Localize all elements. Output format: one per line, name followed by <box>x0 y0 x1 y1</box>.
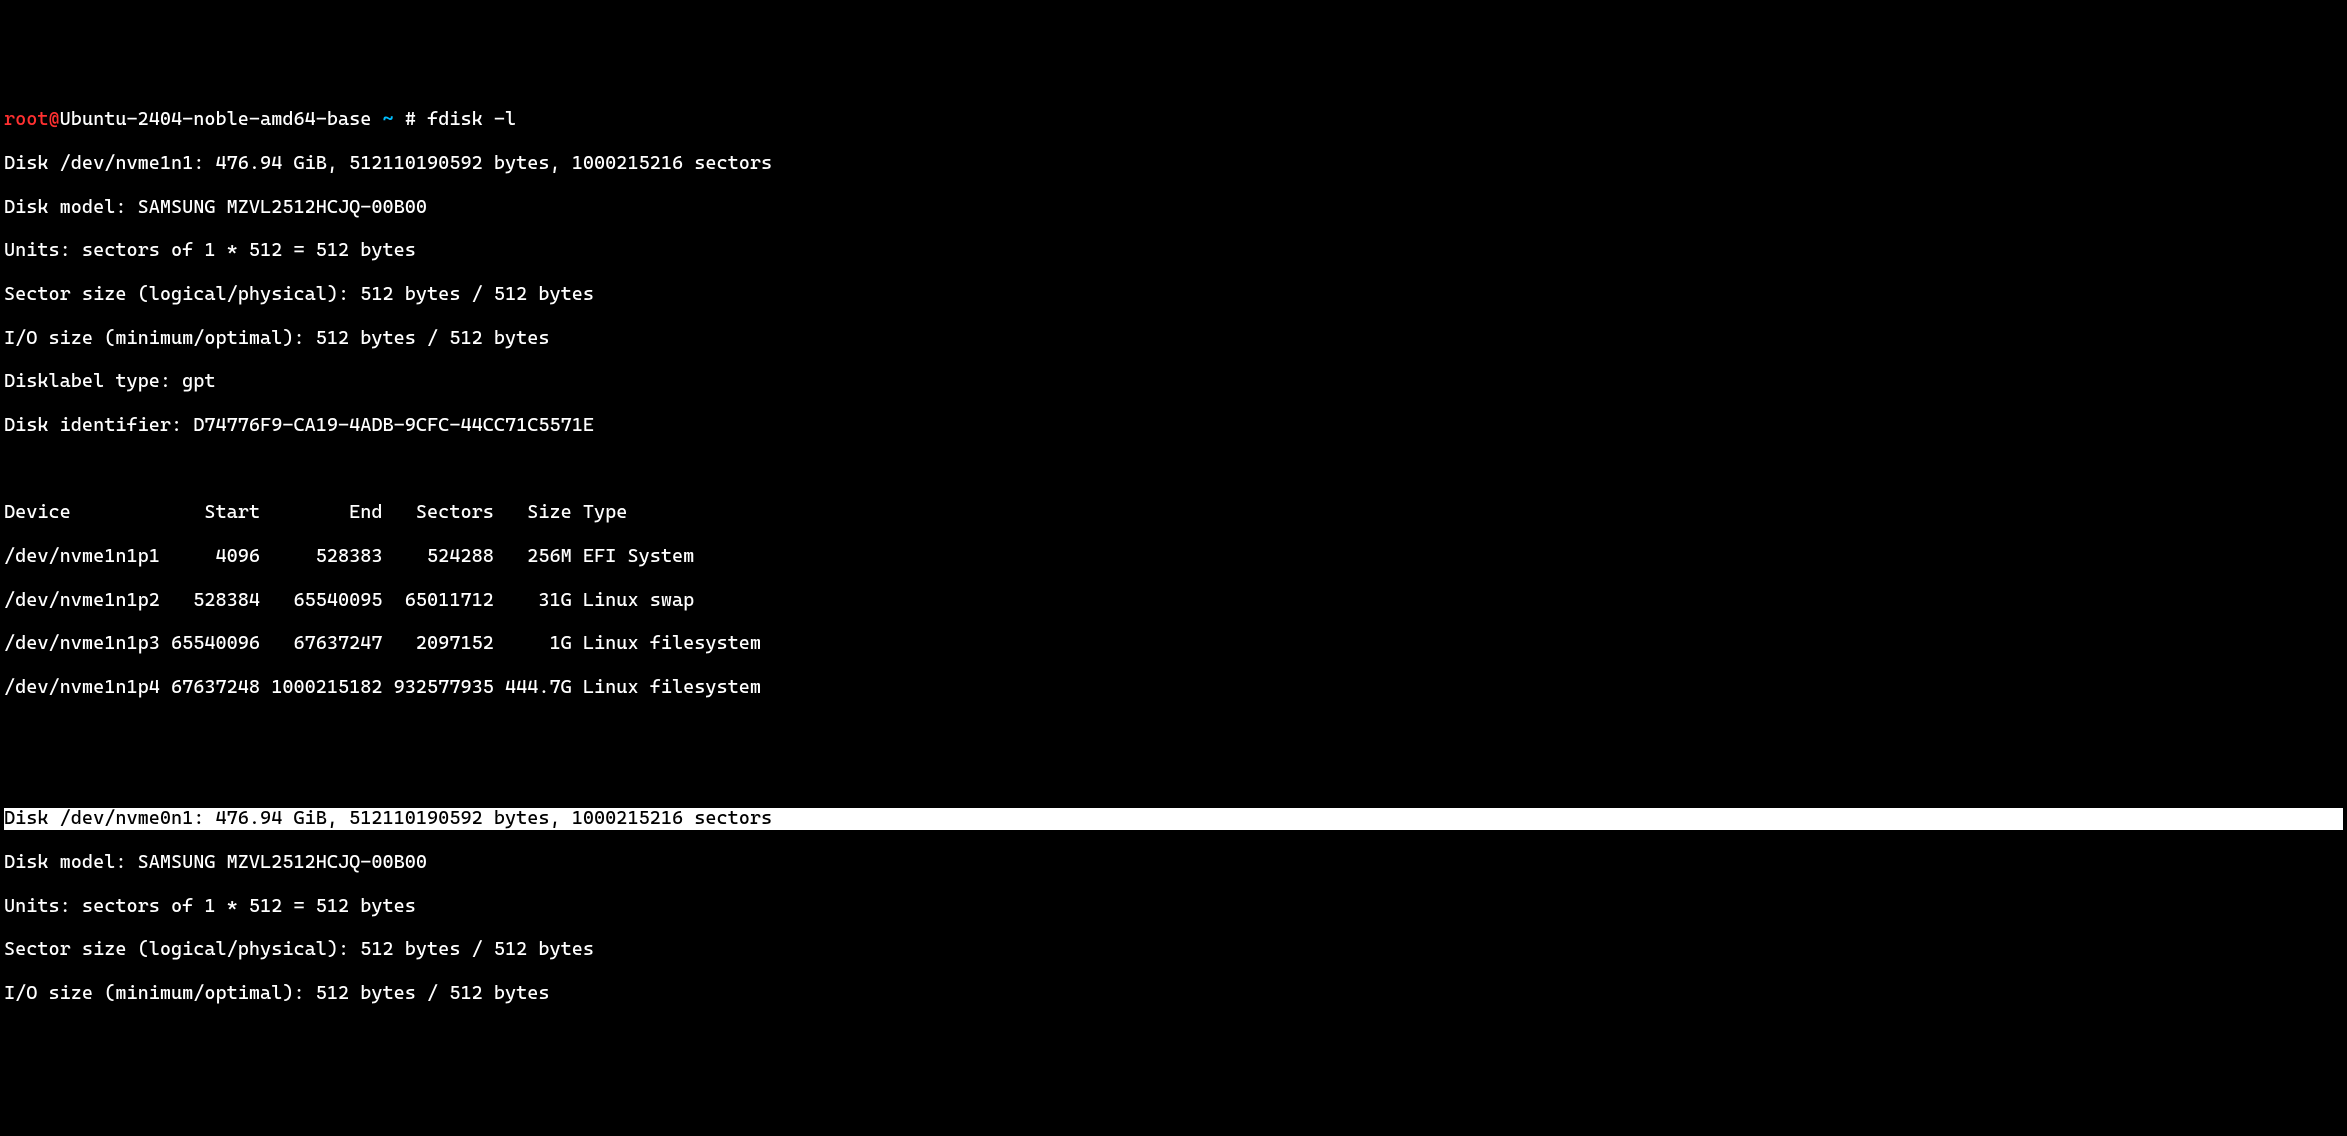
prompt-line: root@Ubuntu-2404-noble-amd64-base ~ # fd… <box>4 109 2343 131</box>
disk1-units: Units: sectors of 1 * 512 = 512 bytes <box>4 240 2343 262</box>
partition-row: /dev/nvme1n1p3 65540096 67637247 2097152… <box>4 633 2343 655</box>
disk2-io-size: I/O size (minimum/optimal): 512 bytes / … <box>4 983 2343 1005</box>
disk2-sector-size: Sector size (logical/physical): 512 byte… <box>4 939 2343 961</box>
blank-line <box>4 721 2343 743</box>
blank-line <box>4 459 2343 481</box>
command-text: fdisk -l <box>427 108 516 130</box>
partition-row: /dev/nvme1n1p4 67637248 1000215182 93257… <box>4 677 2343 699</box>
terminal-output[interactable]: root@Ubuntu-2404-noble-amd64-base ~ # fd… <box>0 87 2347 1026</box>
disk1-header: Disk /dev/nvme1n1: 476.94 GiB, 512110190… <box>4 153 2343 175</box>
prompt-host: Ubuntu-2404-noble-amd64-base <box>60 108 372 130</box>
disk1-io-size: I/O size (minimum/optimal): 512 bytes / … <box>4 328 2343 350</box>
partition-row: /dev/nvme1n1p1 4096 528383 524288 256M E… <box>4 546 2343 568</box>
blank-line <box>4 765 2343 787</box>
disk2-units: Units: sectors of 1 * 512 = 512 bytes <box>4 896 2343 918</box>
disk1-disklabel: Disklabel type: gpt <box>4 371 2343 393</box>
prompt-user: root <box>4 108 49 130</box>
disk1-identifier: Disk identifier: D74776F9-CA19-4ADB-9CFC… <box>4 415 2343 437</box>
partition-table-header: Device Start End Sectors Size Type <box>4 502 2343 524</box>
disk2-header-highlighted: Disk /dev/nvme0n1: 476.94 GiB, 512110190… <box>4 808 2343 830</box>
disk2-model: Disk model: SAMSUNG MZVL2512HCJQ-00B00 <box>4 852 2343 874</box>
disk1-model: Disk model: SAMSUNG MZVL2512HCJQ-00B00 <box>4 197 2343 219</box>
prompt-hash: # <box>405 108 416 130</box>
prompt-path: ~ <box>383 108 394 130</box>
disk1-sector-size: Sector size (logical/physical): 512 byte… <box>4 284 2343 306</box>
prompt-at: @ <box>49 108 60 130</box>
partition-row: /dev/nvme1n1p2 528384 65540095 65011712 … <box>4 590 2343 612</box>
